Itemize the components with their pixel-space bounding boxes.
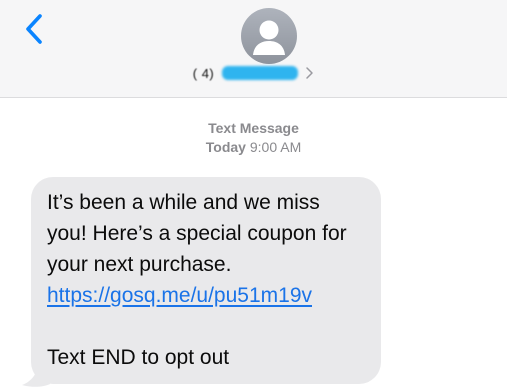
message-day: Today [205, 139, 246, 155]
chevron-left-icon [26, 14, 42, 44]
line-spacer [47, 311, 365, 342]
chevron-right-icon [306, 67, 313, 79]
message-date: Today 9:00 AM [0, 138, 507, 157]
person-silhouette-icon [253, 20, 285, 55]
conversation-header: ( 4) [0, 0, 507, 98]
message-type-label: Text Message [208, 120, 299, 136]
incoming-message-bubble[interactable]: It’s been a while and we miss you! Here’… [31, 177, 381, 384]
message-line: It’s been a while and we miss [47, 191, 320, 214]
bubble-tail [22, 358, 50, 387]
contact-info-button[interactable]: ( 4) [0, 63, 507, 83]
message-time: 9:00 AM [249, 139, 302, 155]
coupon-link[interactable]: https://gosq.me/u/pu51m19v [47, 284, 312, 307]
redacted-contact-number [222, 66, 299, 80]
message-line: your next purchase. [47, 253, 232, 276]
contact-avatar[interactable] [241, 8, 297, 64]
contact-number: ( 4) [192, 65, 215, 81]
message-line: you! Here’s a special coupon for [47, 222, 347, 245]
thread-timestamp: Text Message Today 9:00 AM [0, 119, 507, 157]
opt-out-text: Text END to opt out [47, 346, 230, 369]
back-button[interactable] [22, 12, 48, 46]
